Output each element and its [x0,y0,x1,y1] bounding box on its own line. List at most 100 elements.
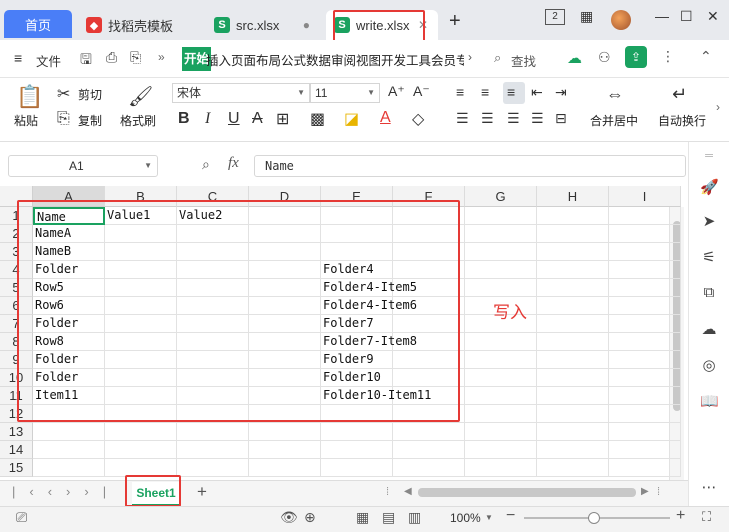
merge-center-icon[interactable]: ⇔ [606,84,624,105]
grid-cell[interactable] [609,261,681,279]
indent-increase-icon[interactable]: ⇥ [555,84,567,101]
grid-cell[interactable]: NameB [33,243,105,261]
cell-style-icon[interactable]: ▩ [310,109,325,129]
grid-cell[interactable]: Folder7 [321,315,393,333]
page-break-icon[interactable]: ▥ [408,509,421,526]
align-right-icon[interactable]: ☰ [507,110,520,127]
grid-cell[interactable] [249,459,321,477]
auto-wrap-button[interactable]: 自动换行 [658,112,706,129]
grid-cell[interactable]: Folder [33,315,105,333]
grid-cell[interactable] [537,279,609,297]
grid-cell[interactable] [609,441,681,459]
align-center-icon[interactable]: ☰ [481,110,494,127]
grid-cell[interactable] [105,261,177,279]
grid-cell[interactable] [177,423,249,441]
col-header-b[interactable]: B [105,186,177,207]
grid-cell[interactable] [537,351,609,369]
grid-cell[interactable] [105,423,177,441]
font-name-select[interactable]: 宋体 ▼ [172,83,310,103]
grid-cell[interactable]: NameA [33,225,105,243]
collaborate-icon[interactable]: ⚇ [598,49,611,66]
adjust-icon[interactable]: ⚟ [700,248,718,266]
grid-cell[interactable]: Folder [33,369,105,387]
grid-cell[interactable]: Folder7-Item8 [321,333,417,351]
name-box[interactable]: A1 ▼ [8,155,158,177]
grid-cell[interactable] [465,369,537,387]
grid-cell[interactable] [465,261,537,279]
grid-cell[interactable] [537,423,609,441]
grid-cell[interactable] [393,297,465,315]
grid-cell[interactable] [537,243,609,261]
grid-cell[interactable] [321,207,393,225]
grid-cell[interactable]: Folder4-Item5 [321,279,417,297]
avatar[interactable] [611,10,631,30]
grid-cell[interactable] [105,459,177,477]
merge-center-button[interactable]: 合并居中 [590,112,638,129]
cloud-sync-icon[interactable]: ☁ [567,49,582,67]
grid-cell[interactable]: Item11 [33,387,105,405]
grid-cell[interactable] [249,441,321,459]
ribbon-tabs[interactable]: 插入页面布局公式数据审阅视图开发工具会员专享 [206,50,464,69]
paste-icon[interactable]: 📋 [16,84,43,110]
file-menu[interactable]: 文件 [36,51,61,70]
rocket-icon[interactable]: 🚀 [700,178,719,196]
grid-cell[interactable] [537,207,609,225]
grid-cell[interactable] [393,441,465,459]
grid-cell[interactable] [177,225,249,243]
grid-cell[interactable] [105,225,177,243]
row-header[interactable]: 1 [0,207,33,225]
tab-src[interactable]: S src.xlsx ● [206,10,324,40]
grid-cell[interactable] [465,279,537,297]
italic-icon[interactable]: I [205,110,210,128]
grid-cell[interactable] [537,387,609,405]
grid-cell[interactable] [249,225,321,243]
indent-decrease-icon[interactable]: ⇤ [531,84,543,101]
more-options-icon[interactable]: ⋮ [661,48,675,65]
grid-cell[interactable] [393,225,465,243]
active-cell[interactable]: Name [33,207,105,225]
grid-cell[interactable] [465,243,537,261]
share-icon[interactable]: ⇪ [625,46,647,68]
grid-cell[interactable] [33,459,105,477]
row-header[interactable]: 5 [0,279,33,297]
grid-cell[interactable] [393,351,465,369]
grid-cell[interactable] [105,351,177,369]
grid-cell[interactable] [105,387,177,405]
grid-cell[interactable]: Row5 [33,279,105,297]
grid-cell[interactable] [249,243,321,261]
spreadsheet-grid[interactable]: A B C D E F G H I 1 Name Value1 Value2 2 Name… [0,186,688,480]
grid-cell[interactable] [177,387,249,405]
zoom-out-icon[interactable]: − [506,507,515,525]
grid-cell[interactable]: Row8 [33,333,105,351]
row-header[interactable]: 2 [0,225,33,243]
grid-cell[interactable] [537,441,609,459]
row-header[interactable]: 6 [0,297,33,315]
grid-cell[interactable]: Folder10-Item11 [321,387,431,405]
grid-cell[interactable] [249,315,321,333]
grid-cell[interactable] [393,315,465,333]
new-tab-icon[interactable]: + [449,10,461,33]
font-size-select[interactable]: 11 ▼ [310,83,380,103]
grid-cell[interactable] [465,207,537,225]
tab-docer[interactable]: ◆ 找稻壳模板 [78,10,200,40]
tab-write[interactable]: S write.xlsx ✕ [326,10,438,40]
grid-cell[interactable] [465,387,537,405]
search-label[interactable]: 查找 [511,51,536,70]
col-header-a[interactable]: A [33,186,105,207]
grid-cell[interactable] [177,369,249,387]
grid-cell[interactable] [177,297,249,315]
formula-input[interactable]: Name [254,155,686,177]
grid-cell[interactable] [177,441,249,459]
grid-cell[interactable] [393,333,465,351]
grid-cell[interactable]: Folder9 [321,351,393,369]
grid-cell[interactable] [393,405,465,423]
grid-cell[interactable] [537,459,609,477]
decrease-font-icon[interactable]: A⁻ [413,83,430,100]
chevron-right-icon[interactable]: › [716,100,720,114]
pointer-icon[interactable]: ➤ [700,212,718,230]
grid-cell[interactable] [537,225,609,243]
sheet-nav-icons[interactable]: |‹‹››| [12,484,120,499]
horizontal-scroll-thumb[interactable] [418,488,636,497]
grid-cell[interactable] [537,261,609,279]
grid-cell[interactable] [321,243,393,261]
